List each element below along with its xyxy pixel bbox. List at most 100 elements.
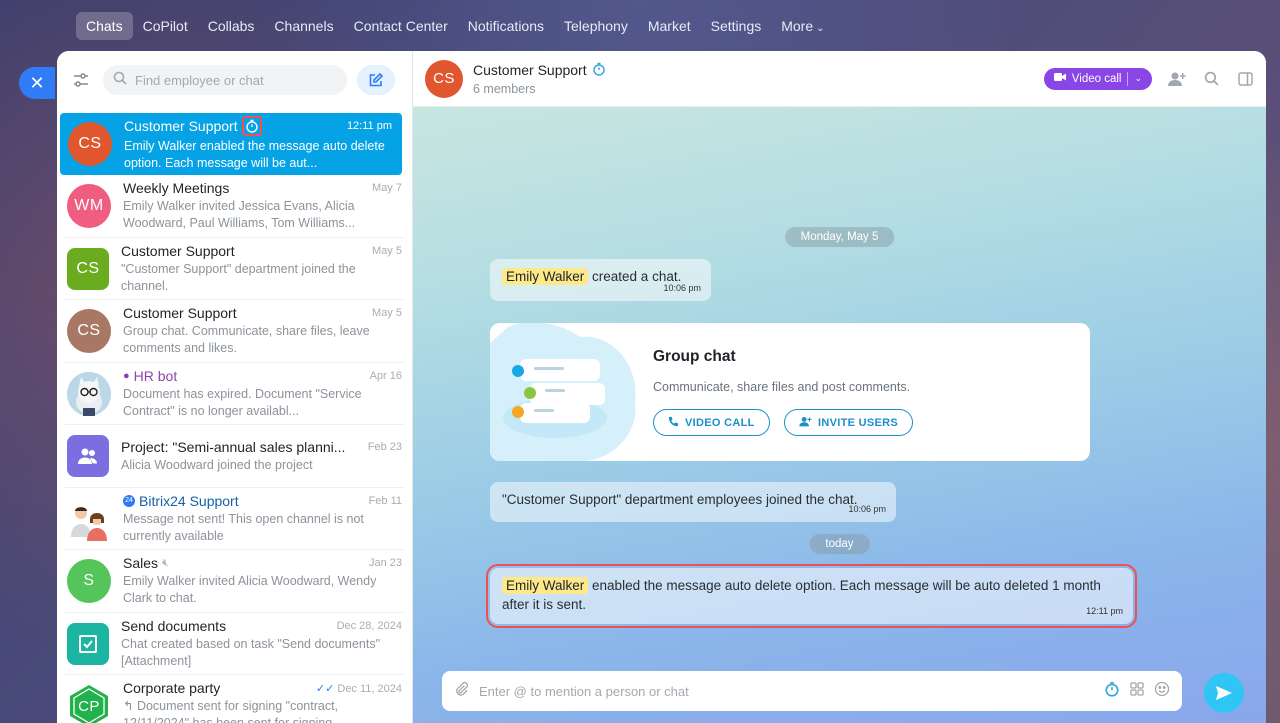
chat-item-hr-bot[interactable]: ● HR bot Apr 16 Document has expired. Docu…	[57, 363, 412, 425]
chat-title: Customer Support	[124, 118, 238, 134]
mention-tag[interactable]: Emily Walker	[502, 577, 589, 594]
bot-icon: ●	[123, 369, 130, 382]
send-icon	[1216, 686, 1232, 700]
top-navigation: Chats CoPilot Collabs Channels Contact C…	[76, 10, 835, 42]
search-icon	[113, 71, 127, 90]
mention-tag[interactable]: Emily Walker	[502, 268, 589, 285]
project-icon	[67, 435, 109, 478]
chat-title: Customer Support	[121, 242, 235, 259]
message-text: "Customer Support" department employees …	[502, 492, 858, 507]
members-count[interactable]: 6 members	[473, 82, 606, 96]
auto-delete-timer-icon	[241, 116, 262, 136]
close-icon: ✕	[29, 72, 45, 93]
message-composer	[442, 671, 1182, 711]
chat-preview: Document has expired. Document "Service …	[123, 386, 362, 418]
chat-preview: Alicia Woodward joined the project	[121, 457, 313, 472]
chat-item-project[interactable]: Project: "Semi-annual sales planni... Feb…	[57, 425, 412, 488]
read-check-icon: ✓✓	[315, 682, 335, 695]
avatar: CS	[67, 247, 109, 290]
nav-channels[interactable]: Channels	[264, 12, 343, 40]
avatar-initials: CP	[78, 697, 100, 715]
video-call-button[interactable]: Video call ⌄	[1043, 67, 1152, 90]
nav-more[interactable]: More ⌄	[771, 12, 834, 40]
search-input[interactable]	[135, 72, 325, 88]
auto-delete-timer-icon	[592, 62, 606, 79]
message-text: enabled the message auto delete option. …	[502, 578, 1101, 612]
avatar: WM	[67, 184, 111, 229]
system-message: Emily Walker created a chat. 10:06 pm	[490, 259, 711, 301]
message-input[interactable]	[479, 683, 1094, 699]
avatar: S	[67, 559, 111, 604]
chat-preview: Group chat. Communicate, share files, le…	[123, 324, 370, 356]
nav-chats[interactable]: Chats	[76, 12, 133, 40]
chat-preview: Message not sent! This open channel is n…	[123, 511, 364, 543]
chat-date: May 5	[372, 307, 402, 320]
date-separator: Monday, May 5	[784, 227, 895, 247]
nav-market[interactable]: Market	[638, 12, 701, 40]
chat-title: HR bot	[133, 367, 178, 384]
chat-item-customer-support-active[interactable]: CS Customer Support 12:11 pm Emily Walke…	[60, 113, 402, 175]
chat-date: Apr 16	[369, 369, 402, 382]
chat-item-sales[interactable]: S Sales 🔇︎ Jan 23 Emily Walker invited Ali…	[57, 550, 412, 613]
attach-icon[interactable]	[454, 681, 469, 701]
chat-item-bitrix24-support[interactable]: 24 Bitrix24 Support Feb 11 Message not sen…	[57, 488, 412, 550]
chat-item-send-documents[interactable]: Send documents Dec 28, 2024 Chat created …	[57, 613, 412, 675]
chat-date: Dec 11, 2024	[337, 682, 402, 695]
sidebar-toggle-icon[interactable]	[1236, 70, 1254, 88]
messenger-window: CS Customer Support 12:11 pm Emily Walke…	[57, 51, 1266, 723]
chevron-down-icon[interactable]: ⌄	[1134, 73, 1142, 84]
avatar: CS	[67, 309, 111, 354]
chat-avatar[interactable]: CS	[425, 59, 463, 98]
auto-delete-timer-icon[interactable]	[1104, 681, 1120, 702]
auto-delete-system-message: Emily Walker enabled the message auto de…	[486, 564, 1137, 628]
chat-preview: Emily Walker invited Alicia Woodward, We…	[123, 574, 377, 606]
chat-date: Dec 28, 2024	[336, 619, 402, 632]
apps-grid-icon[interactable]	[1130, 681, 1144, 701]
chat-date: Feb 23	[367, 440, 402, 453]
avatar: CS	[68, 122, 112, 166]
nav-telephony[interactable]: Telephony	[554, 12, 638, 40]
avatar: CP	[67, 684, 111, 723]
chat-title: Corporate party	[123, 680, 221, 697]
send-button[interactable]	[1204, 673, 1244, 713]
filter-icon[interactable]	[69, 68, 93, 92]
chat-header: CS Customer Support 6 members Video call…	[413, 51, 1266, 107]
message-time: 10:06 pm	[848, 504, 886, 514]
sidebar-toolbar	[57, 51, 412, 109]
video-camera-icon	[1053, 72, 1066, 85]
invite-users-button[interactable]: INVITE USERS	[784, 409, 914, 436]
chat-date: Feb 11	[368, 494, 402, 507]
search-icon[interactable]	[1202, 70, 1220, 88]
add-user-icon[interactable]	[1168, 70, 1186, 88]
chat-date: 12:11 pm	[346, 120, 392, 132]
chat-item-corporate-party[interactable]: CP Corporate party ✓✓ Dec 11, 2024 ↰ Docu…	[57, 675, 412, 723]
chat-date: May 5	[372, 244, 402, 257]
close-button[interactable]: ✕	[19, 67, 55, 99]
nav-copilot[interactable]: CoPilot	[133, 12, 198, 40]
chat-item-customer-support-channel[interactable]: CS Customer Support May 5 "Customer Suppo…	[57, 238, 412, 300]
bot-avatar	[67, 371, 111, 416]
message-area: Monday, May 5 Emily Walker created a cha…	[413, 107, 1266, 723]
chat-title: Project: "Semi-annual sales planni...	[121, 438, 346, 455]
support-avatar	[67, 496, 111, 541]
new-chat-button[interactable]	[357, 65, 395, 95]
nav-settings[interactable]: Settings	[701, 12, 772, 40]
search-box[interactable]	[103, 65, 347, 95]
nav-more-label: More	[781, 18, 814, 34]
card-video-call-label: VIDEO CALL	[685, 416, 755, 429]
chat-item-customer-support-group[interactable]: CS Customer Support May 5 Group chat. Com…	[57, 300, 412, 363]
chat-item-weekly-meetings[interactable]: WM Weekly Meetings May 7 Emily Walker inv…	[57, 175, 412, 238]
nav-contact-center[interactable]: Contact Center	[344, 12, 458, 40]
message-time: 12:11 pm	[1086, 606, 1123, 616]
group-chat-illustration	[490, 323, 638, 461]
chat-preview: Emily Walker enabled the message auto de…	[124, 139, 385, 170]
emoji-icon[interactable]	[1154, 681, 1170, 702]
nav-notifications[interactable]: Notifications	[458, 12, 554, 40]
phone-icon	[668, 416, 679, 430]
chevron-down-icon: ⌄	[816, 23, 825, 34]
chat-title: Customer Support	[123, 305, 237, 322]
reply-icon: ↰	[123, 699, 137, 714]
chat-header-title[interactable]: Customer Support	[473, 62, 587, 78]
card-video-call-button[interactable]: VIDEO CALL	[653, 409, 770, 436]
nav-collabs[interactable]: Collabs	[198, 12, 265, 40]
